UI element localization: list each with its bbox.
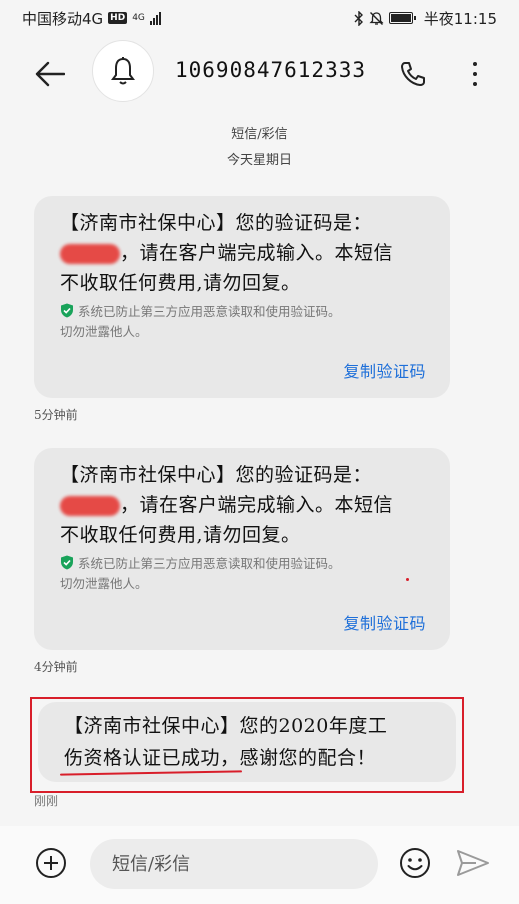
signal-icon	[149, 11, 161, 25]
back-arrow-icon	[35, 61, 65, 87]
status-time: 半夜11:15	[423, 9, 497, 28]
conversation-header: 10690847612333	[0, 36, 519, 112]
message-text: 【济南市社保中心】您的验证码是： ，请在客户端完成输入。本短信 不收取任何费用,…	[60, 208, 424, 298]
message-composer	[0, 826, 519, 904]
emoji-icon[interactable]	[399, 847, 431, 879]
redacted-code	[60, 244, 120, 264]
more-options-button[interactable]	[460, 56, 490, 92]
message-line: 不收取任何费用,请勿回复。	[60, 524, 301, 546]
date-separator: 今天星期日	[226, 153, 292, 168]
add-attachment-button[interactable]	[36, 848, 66, 878]
message-line: 【济南市社保中心】您的验证码是：	[60, 212, 373, 234]
message-line: 【济南市社保中心】您的验证码是：	[60, 464, 373, 486]
contact-phone-number: 10690847612333	[175, 58, 367, 82]
copy-code-button[interactable]: 复制验证码	[343, 358, 426, 382]
message-input[interactable]	[90, 839, 378, 889]
annotation-dot	[406, 578, 409, 581]
redacted-code	[60, 496, 120, 516]
battery-icon	[388, 12, 416, 24]
status-right: 半夜11:15	[354, 8, 497, 29]
mute-icon	[369, 11, 384, 25]
shield-icon	[61, 555, 73, 570]
message-timestamp: 刚刚	[34, 794, 59, 808]
message-timestamp: 5分钟前	[34, 408, 78, 422]
message-line: 不收取任何费用,请勿回复。	[60, 272, 301, 294]
message-timestamp: 4分钟前	[34, 660, 78, 674]
shield-icon	[61, 303, 73, 318]
security-note: 系统已防止第三方应用恶意读取和使用验证码。 切勿泄露他人。	[60, 555, 341, 591]
message-bubble[interactable]: 【济南市社保中心】您的验证码是： ，请在客户端完成输入。本短信 不收取任何费用,…	[34, 196, 450, 398]
contact-avatar[interactable]	[92, 40, 154, 102]
message-line: 【济南市社保中心】您的2020年度工	[64, 715, 388, 737]
call-button[interactable]	[395, 56, 431, 92]
thread-meta: 短信/彩信 今天星期日	[0, 122, 519, 174]
add-icon	[44, 856, 58, 870]
copy-code-button[interactable]: 复制验证码	[343, 610, 426, 634]
more-vertical-icon	[473, 62, 477, 66]
carrier-label: 中国移动4G	[22, 9, 104, 28]
network-label: 4G	[132, 13, 145, 23]
status-bar: 中国移动4G HD 4G 半夜11:15	[0, 0, 519, 36]
security-note: 系统已防止第三方应用恶意读取和使用验证码。 切勿泄露他人。	[60, 303, 341, 339]
bluetooth-icon	[354, 10, 363, 26]
message-text: 【济南市社保中心】您的验证码是： ，请在客户端完成输入。本短信 不收取任何费用,…	[60, 460, 424, 550]
message-bubble[interactable]: 【济南市社保中心】您的验证码是： ，请在客户端完成输入。本短信 不收取任何费用,…	[34, 448, 450, 650]
status-left: 中国移动4G HD 4G	[22, 8, 161, 29]
back-button[interactable]	[30, 54, 70, 94]
message-text: 【济南市社保中心】您的2020年度工 伤资格认证已成功，感谢您的配合！	[64, 710, 430, 774]
message-line: ，请在客户端完成输入。本短信	[60, 238, 424, 268]
hd-badge: HD	[108, 12, 128, 24]
message-type-label: 短信/彩信	[231, 127, 288, 142]
message-bubble[interactable]: 【济南市社保中心】您的2020年度工 伤资格认证已成功，感谢您的配合！	[38, 702, 456, 782]
bell-icon	[111, 57, 135, 85]
phone-icon	[401, 62, 425, 86]
message-line: 伤资格认证已成功，感谢您的配合！	[64, 747, 377, 769]
send-icon[interactable]	[456, 848, 490, 878]
message-line: ，请在客户端完成输入。本短信	[60, 490, 424, 520]
